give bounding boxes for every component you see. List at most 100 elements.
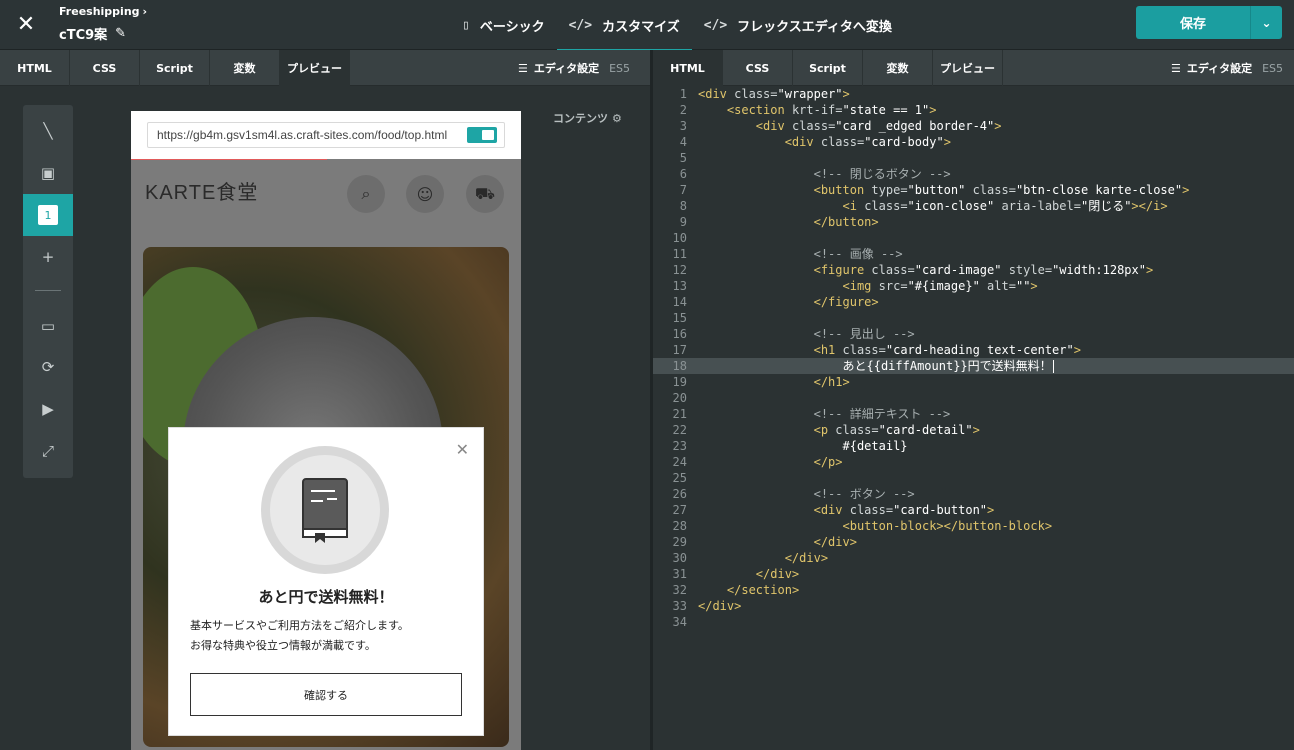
code-line[interactable]: 11 <!-- 画像 --> [653, 246, 1294, 262]
code-text: </div> [784, 551, 829, 565]
close-icon[interactable]: ✕ [13, 11, 39, 37]
code-line[interactable]: 34 [653, 614, 1294, 630]
slash-tool-icon[interactable]: ╲ [23, 110, 73, 152]
chevron-down-icon[interactable]: ⌄ [1250, 6, 1282, 39]
code-line[interactable]: 29 </div> [653, 534, 1294, 550]
rotate-icon[interactable]: ⟳ [23, 346, 73, 388]
code-line[interactable]: 32 </section> [653, 582, 1294, 598]
tab-preview[interactable]: プレビュー [933, 50, 1003, 86]
code-text: <div class="card _edged border-4"> [755, 119, 1002, 133]
tab-variables[interactable]: 変数 [863, 50, 933, 86]
code-line[interactable]: 27 <div class="card-button"> [653, 502, 1294, 518]
top-bar: ✕ Freeshipping › cTC9案 ✎ ▯ ベーシック </> カスタマ… [0, 0, 1294, 51]
state-1-button[interactable]: 1 [23, 194, 73, 236]
code-text: #{detail} [698, 439, 908, 453]
code-line[interactable]: 5 [653, 150, 1294, 166]
code-text: <!-- 見出し --> [698, 327, 915, 341]
line-number: 32 [672, 583, 687, 597]
confirm-button[interactable]: 確認する [190, 673, 462, 716]
code-text: </div> [755, 567, 800, 581]
contents-label[interactable]: コンテンツ ⚙ [553, 110, 622, 126]
code-text: <!-- ボタン --> [698, 487, 915, 501]
code-icon: </> [703, 17, 728, 33]
overlay-icon[interactable]: ▣ [23, 152, 73, 194]
url-input[interactable]: https://gb4m.gsv1sm4l.as.craft-sites.com… [147, 122, 505, 148]
code-line[interactable]: 23 #{detail} [653, 438, 1294, 454]
code-line[interactable]: 31 </div> [653, 566, 1294, 582]
line-number: 7 [679, 183, 687, 197]
card-detail: 基本サービスやご利用方法をご紹介します。 お得な特典や役立つ情報が満載です。 [190, 616, 470, 656]
mode-tab-customize[interactable]: </> カスタマイズ [556, 0, 692, 51]
code-line[interactable]: 18 あと{{diffAmount}}円で送料無料！ [653, 358, 1294, 374]
site-header: KARTE食堂 ⌕ ☺ ⛟ [131, 160, 521, 224]
mode-tab-basic[interactable]: ▯ ベーシック [450, 0, 557, 50]
url-toggle[interactable] [467, 127, 497, 143]
save-button-group: 保存 ⌄ [1136, 6, 1282, 39]
mode-tab-flex-editor[interactable]: </> フレックスエディタへ変換 [692, 0, 904, 50]
tab-css[interactable]: CSS [70, 50, 140, 86]
code-line[interactable]: 8 <i class="icon-close" aria-label="閉じる"… [653, 198, 1294, 214]
code-text: </div> [698, 599, 742, 613]
code-line[interactable]: 15 [653, 310, 1294, 326]
editor-settings[interactable]: ☰ エディタ設定 ES5 [518, 50, 630, 86]
code-line[interactable]: 14 </figure> [653, 294, 1294, 310]
code-line[interactable]: 33 </div> [653, 598, 1294, 614]
tab-html[interactable]: HTML [653, 50, 723, 86]
code-line[interactable]: 25 [653, 470, 1294, 486]
code-text: <div class="card-body"> [784, 135, 951, 149]
tab-variables[interactable]: 変数 [210, 50, 280, 86]
breadcrumb-label[interactable]: Freeshipping [59, 5, 140, 18]
code-line[interactable]: 30 </div> [653, 550, 1294, 566]
editor-settings[interactable]: ☰ エディタ設定 ES5 [1171, 50, 1283, 86]
code-line[interactable]: 26 <!-- ボタン --> [653, 486, 1294, 502]
code-text: <!-- 閉じるボタン --> [698, 167, 951, 181]
code-line[interactable]: 10 [653, 230, 1294, 246]
code-line[interactable]: 4 <div class="card-body"> [653, 134, 1294, 150]
code-line[interactable]: 13 <img src="#{image}" alt=""> [653, 278, 1294, 294]
code-line[interactable]: 6 <!-- 閉じるボタン --> [653, 166, 1294, 182]
code-line[interactable]: 3 <div class="card _edged border-4"> [653, 118, 1294, 134]
draft-name: cTC9案 [59, 28, 108, 43]
code-line[interactable]: 17 <h1 class="card-heading text-center"> [653, 342, 1294, 358]
code-text: <i class="icon-close" aria-label="閉じる"><… [842, 199, 1168, 213]
line-number: 2 [679, 103, 687, 117]
line-number: 29 [672, 535, 687, 549]
code-line[interactable]: 2 <section krt-if="state == 1"> [653, 102, 1294, 118]
tab-html[interactable]: HTML [0, 50, 70, 86]
site-logo: KARTE食堂 [145, 182, 259, 204]
code-line[interactable]: 21 <!-- 詳細テキスト --> [653, 406, 1294, 422]
devices-icon[interactable]: ▭ [23, 305, 73, 347]
play-icon[interactable]: ▶ [23, 388, 73, 430]
card-heading: あと円で送料無料！ [258, 588, 394, 606]
code-line[interactable]: 12 <figure class="card-image" style="wid… [653, 262, 1294, 278]
code-line[interactable]: 16 <!-- 見出し --> [653, 326, 1294, 342]
tab-script[interactable]: Script [793, 50, 863, 86]
code-editor[interactable]: 1 <div class="wrapper"> 2 <section krt-if=… [653, 86, 1294, 750]
code-line[interactable]: 9 </button> [653, 214, 1294, 230]
line-number: 3 [679, 119, 687, 133]
code-line[interactable]: 22 <p class="card-detail"> [653, 422, 1294, 438]
tab-preview[interactable]: プレビュー [280, 50, 350, 86]
add-state-icon[interactable]: + [23, 236, 73, 278]
code-line[interactable]: 20 [653, 390, 1294, 406]
code-line[interactable]: 19 </h1> [653, 374, 1294, 390]
mode-tab-label: フレックスエディタへ変換 [737, 19, 892, 35]
line-number: 28 [672, 519, 687, 533]
breadcrumb[interactable]: Freeshipping › [59, 5, 147, 18]
tab-css[interactable]: CSS [723, 50, 793, 86]
code-line[interactable]: 28 <button-block></button-block> [653, 518, 1294, 534]
url-text: https://gb4m.gsv1sm4l.as.craft-sites.com… [157, 128, 448, 142]
pencil-icon[interactable]: ✎ [115, 26, 126, 41]
fullscreen-icon[interactable]: ⤢ [23, 430, 73, 472]
code-text: </section> [726, 583, 800, 597]
close-icon[interactable]: ✕ [456, 440, 469, 459]
line-number: 19 [672, 375, 687, 389]
line-number: 15 [672, 311, 687, 325]
popup-card: ✕ あと円で送料無料！ 基本サービスやご利用方法をご紹介します。 お得な特典や役… [169, 428, 483, 735]
tab-script[interactable]: Script [140, 50, 210, 86]
code-line[interactable]: 24 </p> [653, 454, 1294, 470]
code-line[interactable]: 1 <div class="wrapper"> [653, 86, 1294, 102]
tool-palette: ╲ ▣ 1 + ▭ ⟳ ▶ ⤢ [23, 105, 73, 478]
save-button[interactable]: 保存 [1136, 6, 1250, 39]
code-line[interactable]: 7 <button type="button" class="btn-close… [653, 182, 1294, 198]
